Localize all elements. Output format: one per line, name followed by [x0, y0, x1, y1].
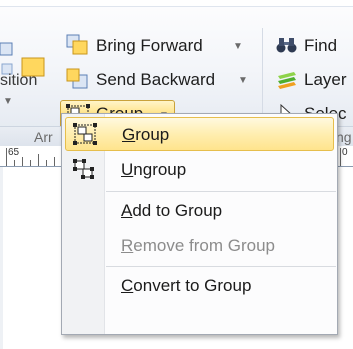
menu-item-label: Remove from Group — [121, 236, 276, 255]
drawing-page-edge — [0, 167, 3, 349]
menu-separator — [106, 191, 336, 192]
binoculars-icon — [276, 36, 298, 61]
menu-item-label: Add to Group — [121, 201, 223, 220]
menu-separator — [106, 266, 336, 267]
menu-item-group[interactable]: Group — [65, 117, 334, 151]
bring-forward-icon — [66, 34, 90, 61]
ruler-mark: 65 — [8, 147, 20, 158]
ruler-tick — [14, 160, 15, 166]
ruler-tick — [6, 148, 7, 166]
ribbon: sition ▼ Bring Forward ▼ Send Backward ▼… — [0, 0, 353, 130]
ruler-tick — [22, 157, 23, 166]
ruler-tick — [38, 154, 39, 166]
ruler-tick — [340, 148, 341, 166]
find-button[interactable]: Find — [304, 36, 337, 56]
menu-item-label: Convert to Group — [121, 276, 252, 295]
send-backward-button[interactable]: Send Backward — [96, 70, 215, 90]
send-backward-icon — [66, 68, 90, 95]
ruler-tick — [30, 160, 31, 166]
arrange-group-label: Arr — [34, 129, 53, 145]
layer-button[interactable]: Layer — [304, 70, 347, 90]
ribbon-top-edge — [0, 0, 353, 7]
bring-forward-dropdown-arrow[interactable]: ▼ — [233, 41, 243, 52]
menu-item-add-to-group[interactable]: Add to Group — [65, 194, 334, 228]
position-button-label[interactable]: sition — [0, 72, 37, 90]
ungroup-icon — [71, 157, 97, 186]
group-icon — [72, 122, 98, 151]
ruler-tick — [46, 160, 47, 166]
position-dropdown-arrow[interactable]: ▼ — [3, 96, 13, 107]
ruler-mark: 0 — [342, 147, 348, 158]
group-dropdown-menu: Group Ungroup Add to Group Remove from G… — [61, 113, 338, 335]
menu-item-convert-to-group[interactable]: Convert to Group — [65, 269, 334, 303]
send-backward-dropdown-arrow[interactable]: ▼ — [238, 75, 248, 86]
bring-forward-button[interactable]: Bring Forward — [96, 36, 203, 56]
menu-item-ungroup[interactable]: Ungroup — [65, 153, 334, 187]
layers-icon — [276, 70, 298, 95]
ruler-tick — [54, 157, 55, 166]
menu-item-remove-from-group[interactable]: Remove from Group — [65, 229, 334, 263]
editing-group-label: ng — [336, 129, 352, 145]
ribbon-separator — [262, 28, 263, 118]
menu-item-label: Ungroup — [121, 160, 187, 179]
menu-item-label: Group — [122, 125, 170, 144]
